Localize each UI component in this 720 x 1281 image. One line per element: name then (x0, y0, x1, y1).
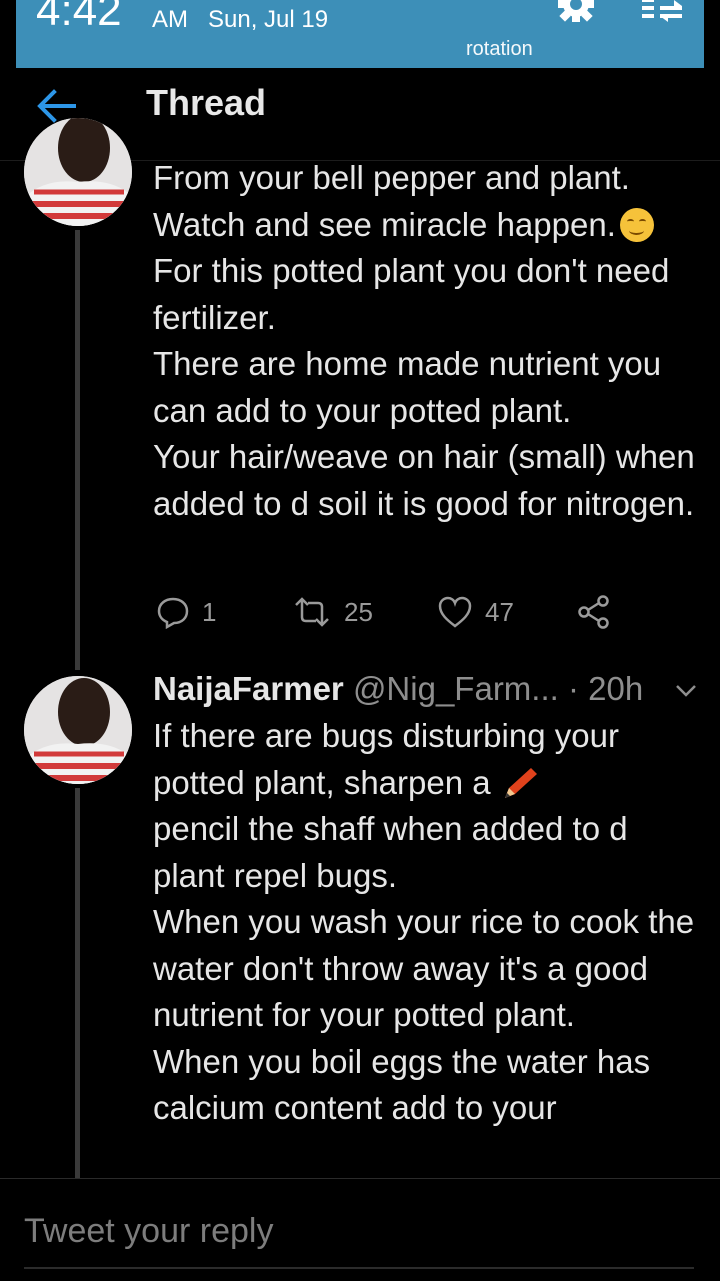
reply-button[interactable]: 1 (156, 594, 216, 630)
status-date: Sun, Jul 19 (208, 6, 329, 33)
quick-settings-icon[interactable] (640, 0, 686, 30)
avatar[interactable] (24, 676, 132, 784)
tweet-header: NaijaFarmer @Nig_Farm... · 20h (153, 670, 713, 714)
retweet-icon (295, 597, 329, 627)
tweet-line: Watch and see miracle happen. (153, 202, 703, 249)
thread-connector (75, 788, 80, 1180)
settings-gear-icon[interactable] (552, 0, 600, 30)
status-bar: 4:42 AM Sun, Jul 19 rotation (16, 0, 704, 68)
tweet-line: If there are bugs disturbing your potted… (153, 717, 619, 801)
like-button[interactable]: 47 (437, 594, 514, 630)
pencil-emoji-icon (501, 766, 539, 800)
avatar[interactable] (24, 118, 132, 226)
author-name[interactable]: NaijaFarmer (153, 670, 344, 707)
page-title: Thread (146, 82, 267, 123)
chevron-down-icon[interactable] (675, 684, 697, 698)
status-time: 4:42 (36, 0, 122, 35)
author-handle[interactable]: @Nig_Farm... (353, 670, 559, 707)
retweet-count: 25 (344, 596, 373, 627)
tweet-line: For this potted plant you don't need fer… (153, 252, 670, 336)
tweet-timestamp: · 20h (567, 670, 644, 707)
tweet-body: If there are bugs disturbing your potted… (153, 713, 703, 1132)
like-count: 47 (485, 596, 514, 627)
reply-icon (157, 597, 189, 629)
tweet-actions: 1 25 47 (152, 594, 622, 634)
thread-connector (75, 230, 80, 670)
tweet-line: When you wash your rice to cook the wate… (153, 903, 695, 1033)
heart-icon (438, 596, 472, 628)
smile-emoji-icon (619, 207, 654, 242)
tweet-line: From your bell pepper and plant. (153, 159, 630, 196)
tweet-line: When you boil eggs the water has calcium… (153, 1042, 651, 1127)
tweet-line: There are home made nutrient you can add… (153, 345, 662, 429)
reply-count: 1 (202, 596, 217, 627)
status-ampm: AM (152, 6, 188, 33)
reply-bar (0, 1178, 720, 1281)
share-button[interactable] (576, 594, 612, 630)
tweet-reply-input[interactable] (24, 1195, 694, 1269)
tweet-line: pencil the shaff when added to d plant r… (153, 810, 628, 894)
tweet-line: Your hair/weave on hair (small) when add… (153, 438, 695, 522)
share-icon (578, 595, 609, 629)
tweet-body: From your bell pepper and plant. Watch a… (153, 155, 703, 527)
retweet-button[interactable]: 25 (292, 594, 373, 630)
rotation-label[interactable]: rotation (466, 38, 533, 61)
